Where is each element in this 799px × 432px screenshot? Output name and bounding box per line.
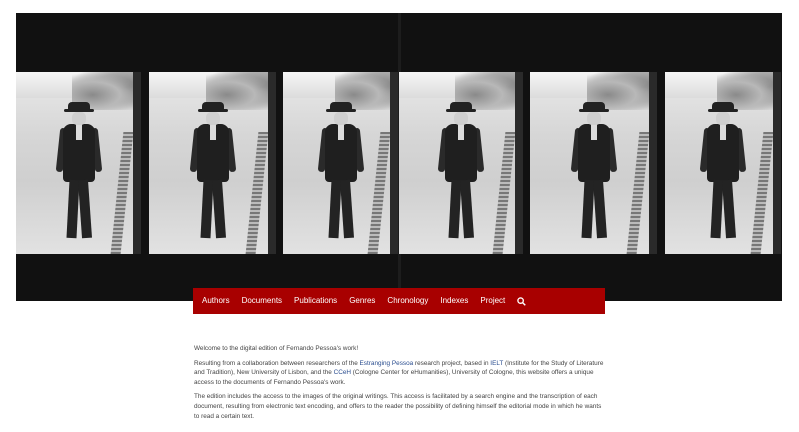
cceh-link[interactable]: CCeH — [334, 369, 351, 376]
film-frame — [530, 72, 657, 254]
frame-edge — [390, 72, 398, 254]
nav-item-documents[interactable]: Documents — [236, 288, 288, 314]
film-frame — [16, 72, 141, 254]
intro-content: Welcome to the digital edition of Fernan… — [194, 344, 608, 426]
frame-kerb — [110, 132, 134, 254]
walking-man-figure — [699, 102, 747, 244]
main-navbar: Authors Documents Publications Genres Ch… — [193, 288, 605, 314]
frame-edge — [268, 72, 276, 254]
welcome-text: Welcome to the digital edition of Fernan… — [194, 345, 359, 352]
nav-item-project[interactable]: Project — [474, 288, 511, 314]
search-icon[interactable] — [511, 288, 532, 314]
nav-item-chronology[interactable]: Chronology — [381, 288, 434, 314]
intro-paragraph-1: Resulting from a collaboration between r… — [194, 359, 608, 388]
p1-text-1: Resulting from a collaboration between r… — [194, 359, 360, 367]
walking-man-figure — [55, 102, 102, 244]
walking-man-figure — [189, 102, 236, 244]
walking-man-figure — [570, 102, 617, 244]
frame-edge — [773, 72, 781, 254]
p1-text-2: research project, based in — [413, 359, 491, 367]
walking-man-figure — [437, 102, 485, 244]
walking-man-figure — [317, 102, 364, 244]
ielt-link[interactable]: IELT — [490, 360, 503, 367]
nav-item-authors[interactable]: Authors — [196, 288, 236, 314]
intro-paragraph-2: The edition includes the access to the i… — [194, 393, 602, 420]
frame-edge — [649, 72, 657, 254]
nav-item-publications[interactable]: Publications — [288, 288, 343, 314]
frame-edge — [515, 72, 523, 254]
nav-menu: Authors Documents Publications Genres Ch… — [193, 288, 605, 314]
estranging-pessoa-link[interactable]: Estranging Pessoa — [360, 360, 414, 367]
nav-item-indexes[interactable]: Indexes — [434, 288, 474, 314]
frame-kerb — [626, 132, 650, 254]
frame-kerb — [492, 132, 516, 254]
film-frame — [399, 72, 523, 254]
frame-edge — [133, 72, 141, 254]
frame-kerb — [750, 132, 774, 254]
film-frame — [283, 72, 398, 254]
nav-item-genres[interactable]: Genres — [343, 288, 381, 314]
film-frame — [149, 72, 276, 254]
film-frame — [665, 72, 781, 254]
search-icon-glyph — [517, 296, 527, 306]
frame-kerb — [245, 132, 269, 254]
hero-film-strip-image — [16, 13, 782, 301]
frame-kerb — [367, 132, 391, 254]
